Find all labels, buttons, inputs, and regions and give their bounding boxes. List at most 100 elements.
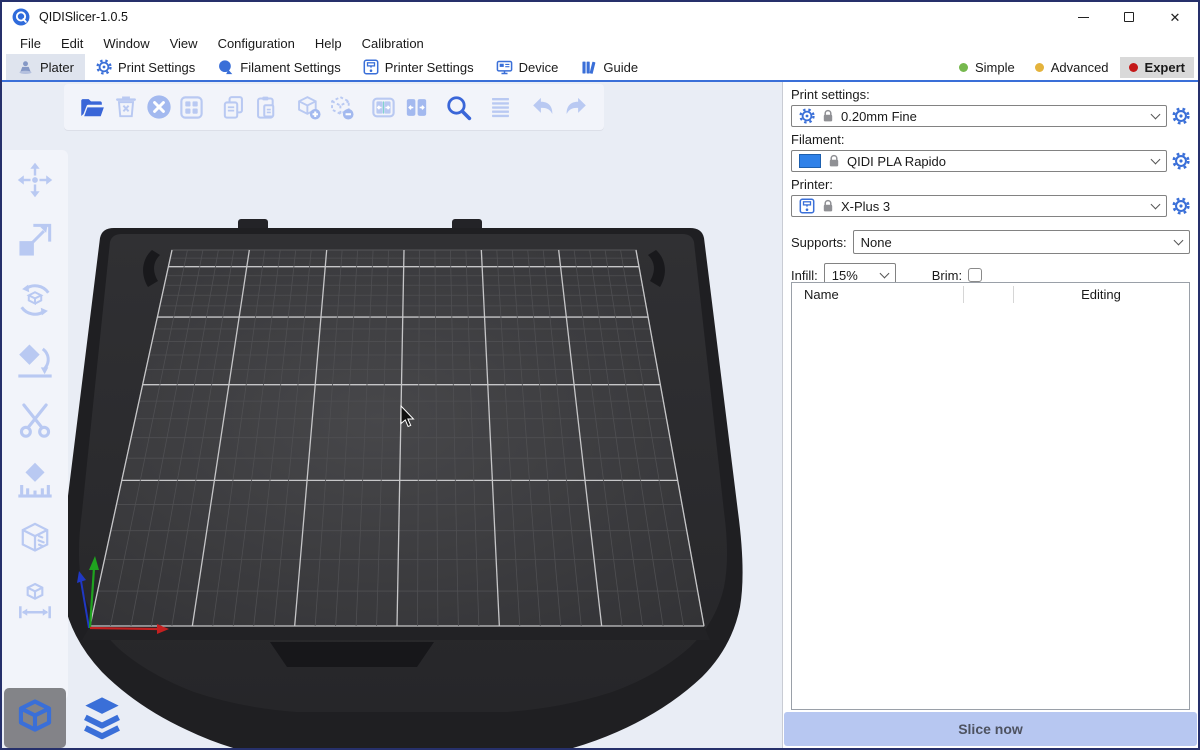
delete-all-icon: [145, 93, 173, 121]
paste-icon: [253, 94, 280, 121]
print-settings-gear-button[interactable]: [1172, 107, 1190, 125]
tab-bar: Plater Print Settings Filament Settings …: [2, 54, 1198, 82]
seam-icon: [15, 520, 55, 560]
mode-label: Advanced: [1051, 60, 1109, 75]
slice-now-button[interactable]: Slice now: [784, 712, 1197, 746]
bed-handle: [270, 642, 434, 667]
tab-device[interactable]: Device: [485, 54, 570, 80]
paste-button[interactable]: [250, 87, 283, 127]
advanced-dot-icon: [1035, 63, 1044, 72]
brim-label: Brim:: [932, 268, 962, 283]
3d-viewport[interactable]: [2, 82, 782, 748]
chevron-down-icon: [1151, 154, 1161, 164]
variable-layer-height-button[interactable]: [484, 87, 517, 127]
filament-gear-button[interactable]: [1172, 152, 1190, 170]
place-on-face-icon: [15, 340, 55, 380]
remove-instance-button[interactable]: [325, 87, 358, 127]
tab-printer-settings[interactable]: Printer Settings: [352, 54, 485, 80]
move-button[interactable]: [13, 158, 57, 202]
variable-layer-height-icon: [487, 94, 514, 121]
preview-view-button[interactable]: [71, 688, 133, 748]
delete-all-button[interactable]: [142, 87, 175, 127]
printer-gear-button[interactable]: [1172, 197, 1190, 215]
mode-expert[interactable]: Expert: [1120, 57, 1194, 78]
printer-icon: [799, 198, 815, 214]
printer-combo[interactable]: X-Plus 3: [791, 195, 1167, 217]
cut-button[interactable]: [13, 398, 57, 442]
print-settings-label: Print settings:: [791, 87, 1190, 102]
menu-view[interactable]: View: [160, 34, 208, 53]
split-to-parts-button[interactable]: [400, 87, 433, 127]
brim-checkbox[interactable]: [968, 268, 982, 282]
add-instance-icon: [295, 94, 322, 121]
infill-label: Infill:: [791, 268, 818, 283]
object-list[interactable]: Name Editing: [791, 282, 1190, 710]
minimize-button[interactable]: [1060, 2, 1106, 32]
column-editing: Editing: [1013, 287, 1189, 302]
menu-configuration[interactable]: Configuration: [208, 34, 305, 53]
lock-icon: [822, 199, 834, 213]
tab-print-settings[interactable]: Print Settings: [85, 54, 206, 80]
filament-combo[interactable]: QIDI PLA Rapido: [791, 150, 1167, 172]
object-list-header: Name Editing: [792, 283, 1189, 306]
redo-button[interactable]: [559, 87, 592, 127]
window-title: QIDISlicer-1.0.5: [39, 10, 128, 24]
3d-editor-icon: [13, 696, 57, 740]
column-divider: [963, 286, 964, 303]
place-on-face-button[interactable]: [13, 338, 57, 382]
menu-window[interactable]: Window: [93, 34, 159, 53]
plater-icon: [17, 59, 34, 76]
lock-icon: [828, 154, 840, 168]
simple-dot-icon: [959, 63, 968, 72]
arrange-icon: [178, 94, 205, 121]
delete-icon: [113, 94, 139, 120]
preview-layers-icon: [78, 694, 126, 742]
maximize-button[interactable]: [1106, 2, 1152, 32]
menu-help[interactable]: Help: [305, 34, 352, 53]
printer-icon: [363, 59, 379, 75]
scale-button[interactable]: [13, 218, 57, 262]
close-button[interactable]: ✕: [1152, 2, 1198, 32]
split-to-parts-icon: [403, 94, 430, 121]
menu-calibration[interactable]: Calibration: [352, 34, 434, 53]
paint-supports-button[interactable]: [13, 458, 57, 502]
expert-dot-icon: [1129, 63, 1138, 72]
tab-filament-settings[interactable]: Filament Settings: [206, 54, 351, 80]
supports-value: None: [861, 235, 892, 250]
undo-button[interactable]: [526, 87, 559, 127]
rotate-button[interactable]: [13, 278, 57, 322]
menu-edit[interactable]: Edit: [51, 34, 93, 53]
mode-simple[interactable]: Simple: [950, 57, 1024, 78]
close-icon: ✕: [1170, 11, 1181, 24]
tab-plater[interactable]: Plater: [6, 54, 85, 80]
menu-file[interactable]: File: [10, 34, 51, 53]
plate-bevel: [82, 626, 710, 640]
printer-label: Printer:: [791, 177, 1190, 192]
measure-button[interactable]: [13, 578, 57, 622]
delete-button[interactable]: [109, 87, 142, 127]
add-instance-button[interactable]: [292, 87, 325, 127]
gear-icon: [96, 59, 112, 75]
tab-label: Guide: [603, 60, 638, 75]
guide-icon: [580, 59, 597, 76]
seam-button[interactable]: [13, 518, 57, 562]
mode-advanced[interactable]: Advanced: [1026, 57, 1118, 78]
arrange-button[interactable]: [175, 87, 208, 127]
lock-icon: [822, 109, 834, 123]
tab-guide[interactable]: Guide: [569, 54, 649, 80]
supports-combo[interactable]: None: [853, 230, 1190, 254]
mode-label: Simple: [975, 60, 1015, 75]
paint-supports-icon: [15, 460, 55, 500]
infill-value: 15%: [832, 268, 858, 283]
search-button[interactable]: [442, 87, 475, 127]
3d-editor-view-button[interactable]: [4, 688, 66, 748]
column-name: Name: [792, 287, 963, 302]
copy-button[interactable]: [217, 87, 250, 127]
print-settings-combo[interactable]: 0.20mm Fine: [791, 105, 1167, 127]
settings-panel: Print settings: 0.20mm Fine Filament: QI…: [782, 82, 1198, 748]
split-to-objects-button[interactable]: [367, 87, 400, 127]
supports-label: Supports:: [791, 235, 847, 250]
split-to-objects-icon: [370, 94, 397, 121]
open-button[interactable]: [76, 87, 109, 127]
open-folder-icon: [79, 94, 106, 121]
